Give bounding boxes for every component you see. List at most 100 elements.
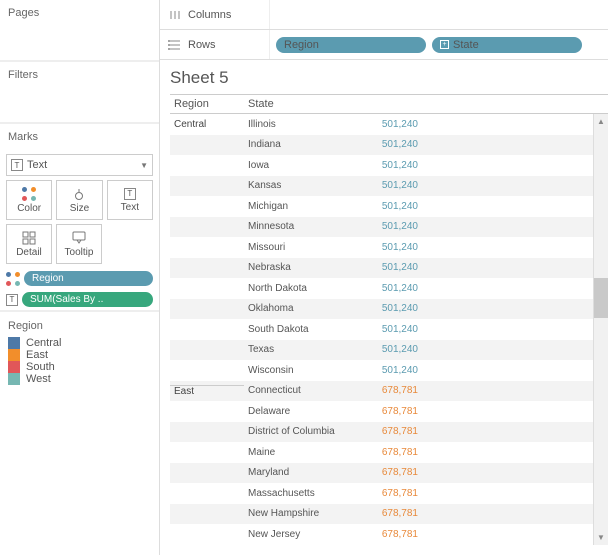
cell-value: 678,781 [364,529,422,540]
sheet-title[interactable]: Sheet 5 [170,68,608,88]
cell-value: 678,781 [364,508,422,519]
cell-state: Nebraska [244,262,364,273]
legend-item[interactable]: Central [8,337,151,349]
table-row[interactable]: Iowa501,240 [170,155,593,176]
marks-panel: Marks T Text ▼ Color Size T Text [0,124,159,312]
legend-label: East [26,349,48,361]
cell-state: Illinois [244,119,364,130]
rows-label: Rows [188,39,216,51]
marks-type-label: Text [27,159,140,171]
cell-state: Oklahoma [244,303,364,314]
size-icon [72,187,86,201]
cell-value: 678,781 [364,426,422,437]
columns-shelf[interactable]: Columns [160,0,608,30]
cell-region: Central [170,119,244,130]
marks-color-button[interactable]: Color [6,180,52,220]
cell-state: Delaware [244,406,364,417]
rows-icon [168,39,182,51]
table-row[interactable]: Michigan501,240 [170,196,593,217]
cell-state: Maine [244,447,364,458]
scroll-thumb[interactable] [594,278,608,318]
cell-state: Wisconsin [244,365,364,376]
cell-value: 501,240 [364,221,422,232]
rows-shelf[interactable]: Rows Region + State [160,30,608,60]
cell-value: 678,781 [364,447,422,458]
cell-value: 501,240 [364,201,422,212]
cell-value: 678,781 [364,385,422,396]
pages-header: Pages [0,0,159,26]
marks-size-button[interactable]: Size [56,180,102,220]
chevron-down-icon: ▼ [140,161,148,170]
table-row[interactable]: Texas501,240 [170,340,593,361]
table-row[interactable]: Minnesota501,240 [170,217,593,238]
table-row[interactable]: District of Columbia678,781 [170,422,593,443]
marks-pill-sum[interactable]: SUM(Sales By .. [22,292,153,307]
legend-label: Central [26,337,61,349]
filters-panel: Filters [0,62,159,124]
cell-value: 501,240 [364,344,422,355]
table-row[interactable]: North Dakota501,240 [170,278,593,299]
table-row[interactable]: Missouri501,240 [170,237,593,258]
legend-item[interactable]: South [8,361,151,373]
cell-state: New Jersey [244,529,364,540]
row-pill-region[interactable]: Region [276,37,426,53]
cell-state: Minnesota [244,221,364,232]
table-row[interactable]: Wisconsin501,240 [170,360,593,381]
table-row[interactable]: Maryland678,781 [170,463,593,484]
cell-value: 501,240 [364,324,422,335]
table-row[interactable]: CentralIllinois501,240 [170,114,593,135]
table-header: Region State [170,94,608,114]
legend-item[interactable]: East [8,349,151,361]
cell-value: 501,240 [364,303,422,314]
legend-label: West [26,373,51,385]
text-icon: T [124,188,136,200]
table-row[interactable]: New Jersey678,781 [170,524,593,545]
legend-title: Region [8,320,151,332]
scrollbar[interactable]: ▲ ▼ [593,114,608,545]
cell-value: 501,240 [364,180,422,191]
expand-icon[interactable]: + [440,40,449,49]
legend-panel: Region CentralEastSouthWest [0,312,159,393]
marks-text-button[interactable]: T Text [107,180,153,220]
table-row[interactable]: Delaware678,781 [170,401,593,422]
cell-state: Iowa [244,160,364,171]
table-row[interactable]: Oklahoma501,240 [170,299,593,320]
tooltip-icon [72,231,86,245]
text-icon: T [6,294,18,306]
cell-value: 501,240 [364,365,422,376]
text-icon: T [11,159,23,171]
detail-icon [22,231,36,245]
cell-value: 678,781 [364,467,422,478]
table-row[interactable]: Nebraska501,240 [170,258,593,279]
cell-state: Michigan [244,201,364,212]
marks-tooltip-button[interactable]: Tooltip [56,224,102,264]
table-row[interactable]: Indiana501,240 [170,135,593,156]
cell-state: North Dakota [244,283,364,294]
cell-value: 501,240 [364,283,422,294]
cell-state: Missouri [244,242,364,253]
table-row[interactable]: Kansas501,240 [170,176,593,197]
cell-state: New Hampshire [244,508,364,519]
table-row[interactable]: South Dakota501,240 [170,319,593,340]
row-pill-state[interactable]: + State [432,37,582,53]
table-row[interactable]: Maine678,781 [170,442,593,463]
cell-state: Texas [244,344,364,355]
table-row[interactable]: Massachusetts678,781 [170,483,593,504]
cell-region: East [170,385,244,397]
table-row[interactable]: New Hampshire678,781 [170,504,593,525]
columns-icon [168,9,182,21]
legend-swatch [8,337,20,349]
table-row[interactable]: EastConnecticut678,781 [170,381,593,402]
marks-type-select[interactable]: T Text ▼ [6,154,153,176]
marks-pill-region[interactable]: Region [24,271,153,286]
legend-item[interactable]: West [8,373,151,385]
legend-swatch [8,373,20,385]
legend-swatch [8,349,20,361]
marks-header: Marks [0,124,159,150]
marks-detail-button[interactable]: Detail [6,224,52,264]
cell-state: Kansas [244,180,364,191]
cell-state: District of Columbia [244,426,364,437]
scroll-down-icon[interactable]: ▼ [594,531,608,545]
cell-value: 678,781 [364,406,422,417]
scroll-up-icon[interactable]: ▲ [594,114,608,128]
